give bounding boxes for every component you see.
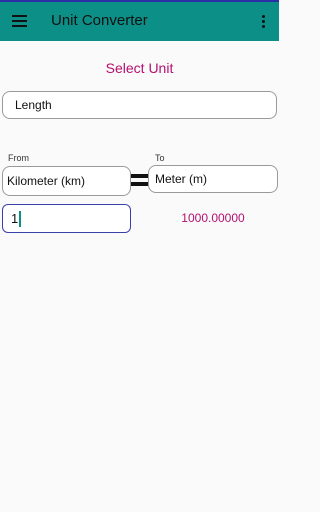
app-bar: Unit Converter [0, 2, 279, 41]
to-unit-value: Meter (m) [155, 172, 207, 186]
to-unit-dropdown[interactable]: Meter (m) [148, 165, 278, 193]
select-unit-heading: Select Unit [105, 60, 174, 76]
dot [262, 15, 265, 18]
swap-icon[interactable] [131, 173, 148, 189]
from-unit-value: Kilometer (km) [7, 174, 86, 188]
text-caret [19, 210, 22, 227]
conversion-result: 1000.00000 [181, 211, 245, 225]
menu-line [12, 15, 27, 17]
swap-bar [131, 174, 148, 178]
from-label: From [8, 153, 29, 163]
menu-line [12, 25, 27, 27]
category-value: Length [15, 98, 52, 112]
menu-line [12, 20, 27, 22]
dot [262, 25, 265, 28]
dot [262, 20, 265, 23]
category-dropdown[interactable]: Length [2, 91, 277, 119]
to-label: To [155, 153, 165, 163]
hamburger-menu-icon[interactable] [12, 14, 28, 28]
value-input-text: 1 [11, 211, 19, 226]
from-unit-dropdown[interactable]: Kilometer (km) [2, 166, 131, 196]
swap-bar [131, 182, 148, 186]
value-input[interactable]: 1 [2, 204, 131, 233]
more-vertical-icon[interactable] [258, 14, 268, 30]
app-title: Unit Converter [51, 12, 148, 29]
